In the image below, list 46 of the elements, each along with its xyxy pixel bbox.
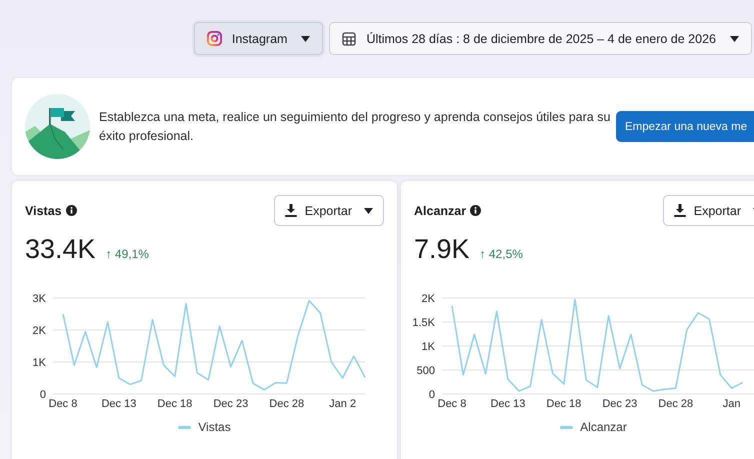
date-range-dropdown[interactable]: Últimos 28 días : 8 de diciembre de 2025 – 4 de enero de 2026 <box>329 22 752 55</box>
download-icon <box>284 204 297 217</box>
info-icon <box>66 205 77 216</box>
card-title: Alcanzar <box>414 204 466 218</box>
caret-icon <box>730 36 739 42</box>
axis-label: 0 <box>40 389 46 401</box>
info-icon <box>470 205 482 216</box>
axis-label: Dec 23 <box>213 398 248 410</box>
axis-label: Dec 28 <box>269 398 304 410</box>
table-grid-icon <box>342 32 356 46</box>
axis-label: 2K <box>32 325 46 337</box>
axis-label: Dec 28 <box>658 398 694 410</box>
legend-label: Alcanzar <box>580 420 627 434</box>
axis-label: Dec 23 <box>602 398 638 410</box>
axis-label: 1.5K <box>412 317 435 329</box>
caret-icon <box>301 36 310 42</box>
new-goal-button[interactable]: Empezar una nueva me <box>616 111 754 142</box>
download-icon <box>674 204 686 217</box>
axis-label: 1K <box>422 341 435 353</box>
metric-value: 33.4K <box>25 234 96 265</box>
platform-dropdown[interactable]: Instagram <box>194 22 324 55</box>
metric-value: 7.9K <box>414 234 470 265</box>
axis-label: Dec 18 <box>546 398 582 410</box>
axis-label: 0 <box>428 389 435 401</box>
axis-label: 1K <box>32 357 46 369</box>
axis-label: 2K <box>422 293 435 305</box>
axis-label: 500 <box>416 365 435 377</box>
axis-label: Dec 13 <box>102 398 136 410</box>
axis-label: Jan 2 <box>329 398 356 410</box>
caret-icon <box>364 208 373 214</box>
change-percent: ↑ 49,1% <box>106 247 149 261</box>
axis-label: Dec 18 <box>157 398 192 410</box>
axis-label: Dec 8 <box>48 398 78 410</box>
card-title: Vistas <box>25 204 62 218</box>
legend-swatch <box>560 426 574 428</box>
legend-swatch <box>178 426 192 428</box>
legend-label: Vistas <box>198 420 231 434</box>
export-button[interactable]: Exportar <box>274 195 384 226</box>
axis-label: Jan <box>722 398 740 410</box>
instagram-icon <box>206 31 222 46</box>
change-percent: ↑ 42,5% <box>480 247 523 261</box>
axis-label: 3K <box>32 293 46 305</box>
export-button[interactable]: Exportar <box>662 195 754 226</box>
axis-label: Dec 13 <box>490 398 526 410</box>
banner-text: Establezca una meta, realice un seguimiento del progreso y aprenda consejos útiles para su éxito profesional. <box>99 108 611 145</box>
axis-label: Dec 8 <box>438 398 466 410</box>
